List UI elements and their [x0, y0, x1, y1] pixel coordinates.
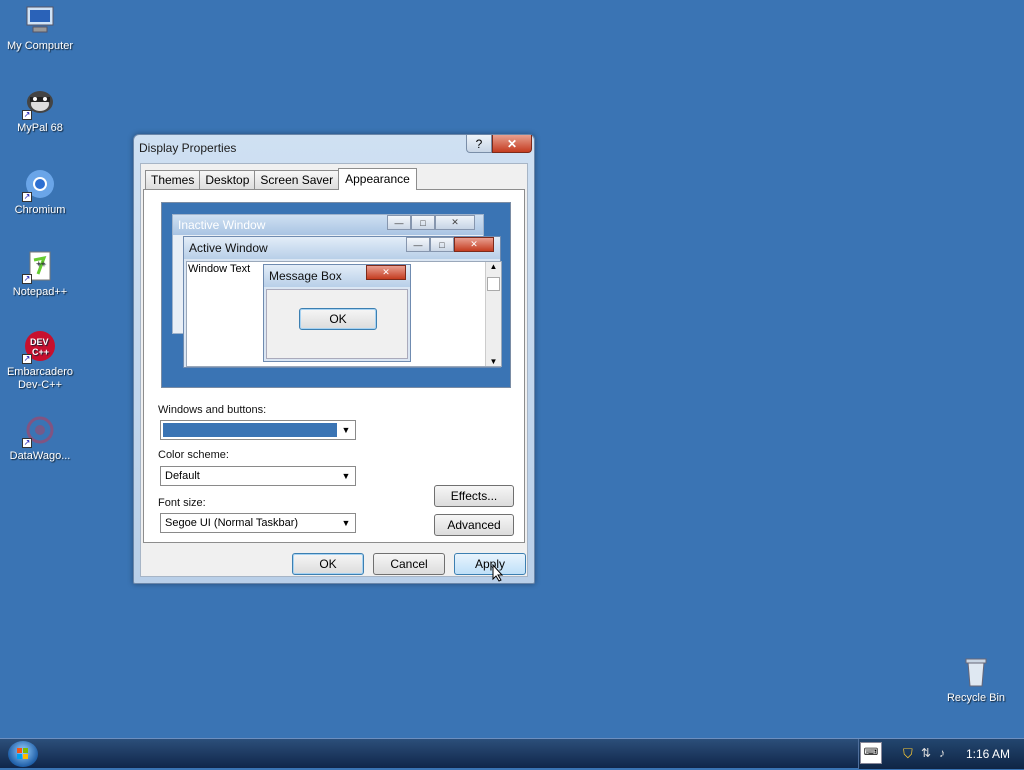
title-bar[interactable]: Display Properties ? ✕ [134, 135, 534, 161]
shortcut-arrow-icon: ↗ [22, 192, 32, 202]
chevron-down-icon: ▼ [341, 518, 351, 528]
dialog-client: Themes Desktop Screen Saver Appearance I… [140, 163, 528, 577]
help-button[interactable]: ? [466, 135, 492, 153]
recycle-bin-icon [960, 656, 992, 688]
svg-text:++: ++ [36, 259, 46, 268]
chevron-down-icon: ▼ [341, 471, 351, 481]
desktop-icon-label: MyPal 68 [17, 122, 63, 134]
desktop-icon-notepadpp[interactable]: ++ ↗ Notepad++ [0, 250, 80, 299]
devcpp-icon: DEV C++ ↗ [22, 330, 56, 364]
maximize-icon: □ [411, 215, 435, 230]
preview-active-buttons: — □ ✕ [406, 237, 494, 252]
computer-icon [24, 4, 56, 36]
display-properties-window[interactable]: Display Properties ? ✕ Themes Desktop Sc… [133, 134, 535, 584]
tab-strip: Themes Desktop Screen Saver Appearance [145, 168, 417, 190]
apply-button[interactable]: Apply [454, 553, 526, 575]
desktop-icon-label: Recycle Bin [946, 692, 1006, 704]
desktop-icon-my-computer[interactable]: My Computer [0, 4, 80, 53]
tab-screen-saver[interactable]: Screen Saver [254, 170, 340, 190]
windows-logo-icon [17, 748, 28, 759]
tab-themes[interactable]: Themes [145, 170, 201, 190]
close-icon: ✕ [454, 237, 494, 252]
desktop-icon-devcpp[interactable]: DEV C++ ↗ Embarcadero Dev-C++ [0, 330, 80, 392]
shortcut-arrow-icon: ↗ [22, 110, 32, 120]
close-icon: ✕ [435, 215, 475, 230]
chromium-icon: ↗ [22, 168, 56, 202]
preview-inactive-buttons: — □ ✕ [387, 215, 475, 230]
selected-style-swatch [163, 423, 337, 437]
desktop-icon-label: Embarcadero Dev-C++ [6, 366, 74, 391]
font-size-label: Font size: [158, 497, 206, 509]
shortcut-arrow-icon: ↗ [22, 274, 32, 284]
preview-window-text: Window Text [188, 263, 251, 275]
preview-active-window: Active Window — □ ✕ Window Text ▲ ▼ Mess… [183, 236, 502, 368]
system-tray: ⛉ ⇅ ♪ 1:16 AM [858, 739, 1024, 769]
desktop-icon-label: DataWago... [9, 450, 71, 462]
taskbar-clock[interactable]: 1:16 AM [966, 747, 1010, 761]
svg-text:C++: C++ [32, 347, 49, 357]
tab-desktop[interactable]: Desktop [199, 170, 256, 190]
preview-message-box: Message Box ✕ OK [263, 264, 411, 362]
desktop-icon-mypal[interactable]: ↗ MyPal 68 [0, 86, 80, 135]
scroll-up-icon: ▲ [489, 262, 498, 271]
message-box-body: OK [266, 289, 408, 359]
close-icon: ✕ [366, 265, 406, 280]
minimize-icon: — [387, 215, 411, 230]
scroll-thumb [487, 277, 500, 291]
volume-icon[interactable]: ♪ [939, 746, 945, 760]
font-size-select[interactable]: Segoe UI (Normal Taskbar) ▼ [160, 513, 356, 533]
network-icon[interactable]: ⇅ [921, 746, 931, 760]
color-scheme-label: Color scheme: [158, 449, 229, 461]
chevron-down-icon: ▼ [341, 425, 351, 435]
tab-appearance[interactable]: Appearance [338, 168, 417, 190]
windows-and-buttons-label: Windows and buttons: [158, 404, 267, 416]
scroll-down-icon: ▼ [489, 357, 498, 366]
advanced-button[interactable]: Advanced [434, 514, 514, 536]
desktop-icon-label: My Computer [6, 40, 74, 52]
window-title: Display Properties [139, 141, 237, 155]
color-scheme-value: Default [165, 470, 200, 482]
mouse-cursor-icon [492, 564, 504, 582]
start-button[interactable] [8, 741, 38, 767]
mypal-icon: ↗ [22, 86, 56, 120]
desktop-icon-chromium[interactable]: ↗ Chromium [0, 168, 80, 217]
font-size-value: Segoe UI (Normal Taskbar) [165, 517, 299, 529]
desktop-icon-label: Notepad++ [12, 286, 68, 298]
keyboard-icon[interactable]: ⌨ [860, 742, 882, 764]
desktop-icon-label: Chromium [14, 204, 66, 216]
maximize-icon: □ [430, 237, 454, 252]
close-button[interactable]: ✕ [492, 135, 532, 153]
minimize-icon: — [406, 237, 430, 252]
security-shield-icon[interactable]: ⛉ [903, 746, 913, 762]
appearance-panel: Inactive Window — □ ✕ Active Window — □ … [143, 189, 525, 543]
shortcut-arrow-icon: ↗ [22, 354, 32, 364]
desktop-icon-recycle-bin[interactable]: Recycle Bin [936, 656, 1016, 705]
preview-ok-button: OK [299, 308, 377, 330]
windows-and-buttons-select[interactable]: ▼ [160, 420, 356, 440]
shortcut-arrow-icon: ↗ [22, 438, 32, 448]
appearance-preview: Inactive Window — □ ✕ Active Window — □ … [161, 202, 511, 388]
notepadpp-icon: ++ ↗ [22, 250, 56, 284]
datawago-icon: ↗ [22, 414, 56, 448]
desktop-icon-datawago[interactable]: ↗ DataWago... [0, 414, 80, 463]
svg-text:DEV: DEV [30, 337, 49, 347]
color-scheme-select[interactable]: Default ▼ [160, 466, 356, 486]
cancel-button[interactable]: Cancel [373, 553, 445, 575]
preview-scrollbar: ▲ ▼ [485, 262, 501, 366]
effects-button[interactable]: Effects... [434, 485, 514, 507]
ok-button[interactable]: OK [292, 553, 364, 575]
